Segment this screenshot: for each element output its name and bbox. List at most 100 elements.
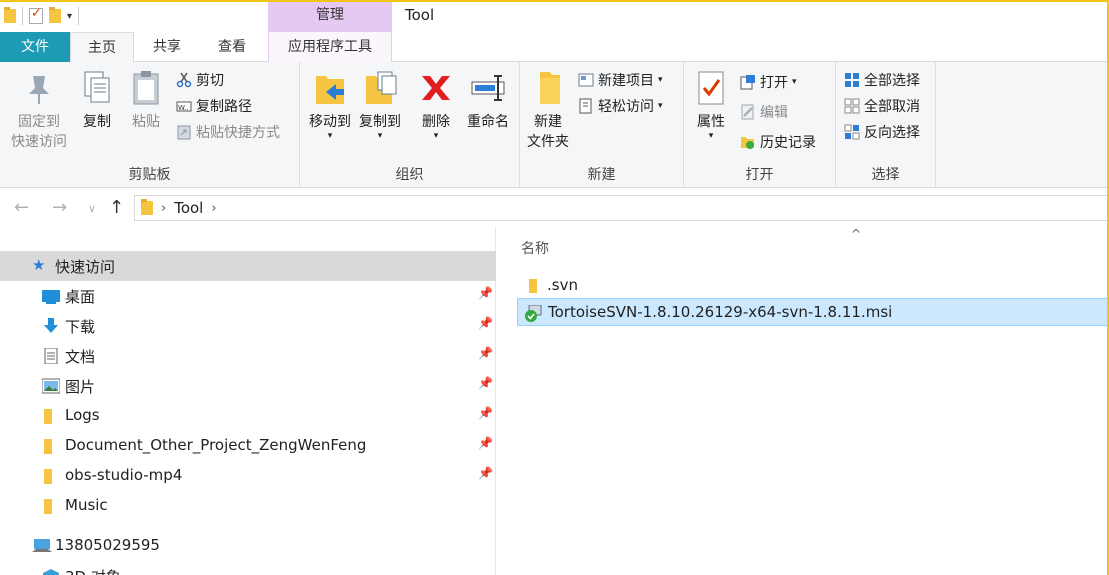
properties-button[interactable]: 属性 ▾ bbox=[690, 68, 732, 141]
column-header-name[interactable]: 名称 bbox=[521, 238, 549, 258]
quick-access-toolbar: ▾ bbox=[4, 6, 80, 25]
copy-label: 复制 bbox=[83, 114, 111, 130]
pin-icon[interactable]: 📌 bbox=[478, 406, 493, 420]
customize-toolbar-dropdown-icon[interactable]: ▾ bbox=[67, 11, 72, 22]
nav-item-pictures[interactable]: 图片 📌 bbox=[0, 371, 496, 401]
tab-app-tools[interactable]: 应用程序工具 bbox=[268, 32, 392, 62]
nav-item-obs-studio-mp4[interactable]: obs-studio-mp4 📌 bbox=[0, 461, 496, 491]
copy-path-button[interactable]: W.. 复制路径 bbox=[176, 96, 252, 116]
properties-check-icon[interactable] bbox=[29, 6, 43, 24]
copy-to-icon bbox=[362, 68, 398, 108]
recent-locations-chevron-icon[interactable]: ∨ bbox=[88, 202, 96, 215]
breadcrumb-tool[interactable]: Tool bbox=[174, 199, 203, 217]
history-button[interactable]: 历史记录 bbox=[740, 132, 816, 152]
clipboard-group: 固定到 快速访问 复制 粘贴 剪切 W.. 复制路径 粘贴快捷方式 剪贴板 bbox=[0, 62, 300, 188]
nav-item-document-other-project[interactable]: Document_Other_Project_ZengWenFeng 📌 bbox=[0, 431, 496, 461]
invert-selection-label: 反向选择 bbox=[864, 125, 920, 141]
pin-icon[interactable]: 📌 bbox=[478, 376, 493, 390]
tab-file[interactable]: 文件 bbox=[0, 32, 70, 62]
pin-icon[interactable]: 📌 bbox=[478, 466, 493, 480]
chevron-down-icon: ▾ bbox=[792, 77, 797, 87]
nav-item-logs[interactable]: Logs 📌 bbox=[0, 401, 496, 431]
back-arrow-icon[interactable]: ← bbox=[14, 197, 29, 218]
navigation-pane: ★ 快速访问 桌面 📌 下载 📌 文档 📌 图片 📌 Logs 📌 Docume… bbox=[0, 227, 496, 575]
tab-view[interactable]: 查看 bbox=[204, 32, 260, 62]
scissors-icon bbox=[176, 72, 192, 88]
delete-x-icon bbox=[418, 68, 454, 108]
new-folder-label-line1: 新建 bbox=[534, 114, 562, 130]
nav-item-desktop[interactable]: 桌面 📌 bbox=[0, 281, 496, 311]
nav-item-this-pc[interactable]: 13805029595 bbox=[0, 531, 496, 561]
nav-item-downloads[interactable]: 下载 📌 bbox=[0, 311, 496, 341]
title-bar: ▾ 管理 Tool bbox=[0, 2, 1107, 32]
svg-text:W..: W.. bbox=[178, 104, 189, 112]
up-arrow-icon[interactable]: ↑ bbox=[109, 197, 124, 218]
open-icon bbox=[740, 74, 756, 90]
new-folder-icon[interactable] bbox=[49, 7, 61, 23]
paste-button[interactable]: 粘贴 bbox=[124, 68, 168, 132]
breadcrumb-separator-icon[interactable]: › bbox=[161, 201, 166, 216]
paste-shortcut-button[interactable]: 粘贴快捷方式 bbox=[176, 122, 280, 142]
invert-selection-icon bbox=[844, 124, 860, 140]
file-row-svn[interactable]: .svn bbox=[517, 272, 1107, 300]
open-label: 打开 bbox=[760, 75, 788, 91]
copy-button[interactable]: 复制 bbox=[76, 68, 118, 132]
nav-label: obs-studio-mp4 bbox=[65, 466, 183, 484]
divider bbox=[78, 7, 80, 25]
cut-button[interactable]: 剪切 bbox=[176, 70, 224, 90]
desktop-icon bbox=[42, 288, 60, 308]
edit-button[interactable]: 编辑 bbox=[740, 102, 788, 122]
copy-to-button[interactable]: 复制到 ▾ bbox=[354, 68, 406, 141]
easy-access-button[interactable]: 轻松访问 ▾ bbox=[578, 96, 663, 116]
chevron-down-icon: ▾ bbox=[658, 75, 663, 85]
pin-icon[interactable]: 📌 bbox=[478, 346, 493, 360]
open-button[interactable]: 打开 ▾ bbox=[740, 72, 797, 92]
pin-to-quick-access-button[interactable]: 固定到 快速访问 bbox=[6, 68, 72, 152]
chevron-down-icon: ▾ bbox=[658, 101, 663, 111]
select-all-button[interactable]: 全部选择 bbox=[844, 70, 920, 90]
organize-group: 移动到 ▾ 复制到 ▾ 删除 ▾ 重命名 组织 bbox=[300, 62, 520, 188]
new-item-button[interactable]: 新建项目 ▾ bbox=[578, 70, 663, 90]
nav-label: 图片 bbox=[65, 378, 96, 396]
paste-icon bbox=[128, 68, 164, 108]
breadcrumb-separator-icon[interactable]: › bbox=[211, 201, 216, 216]
delete-button[interactable]: 删除 ▾ bbox=[414, 68, 458, 141]
nav-item-3d-objects[interactable]: 3D 对象 bbox=[0, 561, 496, 575]
new-folder-button[interactable]: 新建 文件夹 bbox=[524, 68, 572, 152]
new-group-label: 新建 bbox=[587, 167, 616, 183]
move-to-button[interactable]: 移动到 ▾ bbox=[304, 68, 356, 141]
cut-label: 剪切 bbox=[196, 73, 224, 89]
forward-arrow-icon[interactable]: → bbox=[52, 197, 67, 218]
tab-home[interactable]: 主页 bbox=[70, 32, 134, 63]
tab-share[interactable]: 共享 bbox=[140, 32, 194, 62]
msi-installer-icon bbox=[524, 304, 542, 327]
paste-shortcut-icon bbox=[176, 124, 192, 140]
file-row-tortoisesvn-msi[interactable]: TortoiseSVN-1.8.10.26129-x64-svn-1.8.11.… bbox=[517, 298, 1107, 327]
pin-icon bbox=[21, 68, 57, 108]
pin-icon[interactable]: 📌 bbox=[478, 316, 493, 330]
folder-icon bbox=[4, 7, 16, 23]
pin-icon[interactable]: 📌 bbox=[478, 436, 493, 450]
select-none-button[interactable]: 全部取消 bbox=[844, 96, 920, 116]
rename-icon bbox=[470, 68, 506, 108]
new-folder-label-line2: 文件夹 bbox=[527, 134, 569, 150]
nav-label: 文档 bbox=[65, 348, 96, 366]
invert-selection-button[interactable]: 反向选择 bbox=[844, 122, 920, 142]
select-none-label: 全部取消 bbox=[864, 99, 920, 115]
history-label: 历史记录 bbox=[760, 135, 816, 151]
new-group: 新建 文件夹 新建项目 ▾ 轻松访问 ▾ 新建 bbox=[520, 62, 684, 188]
nav-item-documents[interactable]: 文档 📌 bbox=[0, 341, 496, 371]
computer-icon bbox=[32, 538, 52, 558]
rename-button[interactable]: 重命名 bbox=[462, 68, 514, 132]
new-item-label: 新建项目 bbox=[598, 73, 654, 89]
paste-label: 粘贴 bbox=[132, 114, 160, 130]
folder-icon bbox=[42, 498, 60, 518]
address-bar[interactable]: › Tool › bbox=[134, 195, 1107, 221]
open-group: 属性 ▾ 打开 ▾ 编辑 历史记录 打开 bbox=[684, 62, 836, 188]
copy-path-label: 复制路径 bbox=[196, 99, 252, 115]
nav-item-quick-access[interactable]: ★ 快速访问 bbox=[0, 251, 496, 281]
open-group-label: 打开 bbox=[745, 167, 774, 183]
pin-icon[interactable]: 📌 bbox=[478, 286, 493, 300]
nav-item-music[interactable]: Music bbox=[0, 491, 496, 521]
edit-icon bbox=[740, 104, 756, 120]
